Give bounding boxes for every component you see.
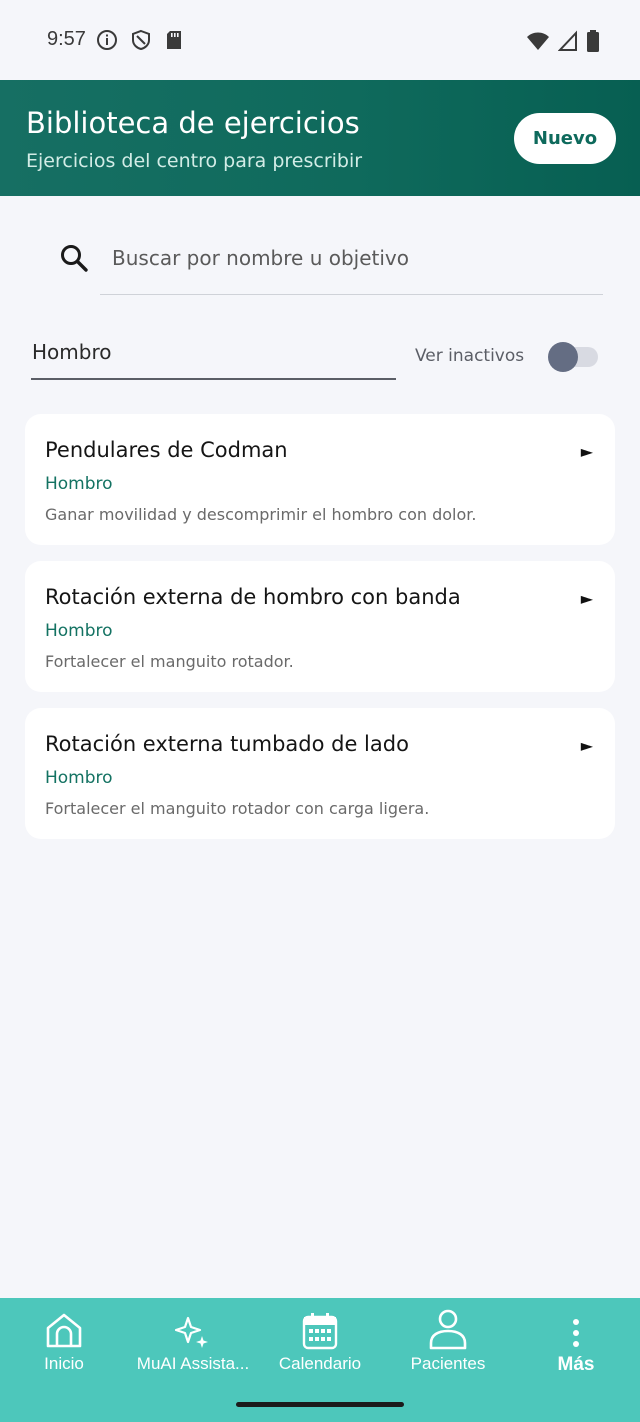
body-region-filter[interactable]: Hombro	[31, 328, 396, 380]
exercise-description: Fortalecer el manguito rotador.	[45, 652, 294, 671]
info-icon	[97, 30, 117, 50]
nav-label: Calendario	[278, 1354, 362, 1373]
signal-icon	[558, 30, 577, 51]
calendar-icon	[302, 1313, 338, 1350]
exercise-title: Rotación externa tumbado de lado	[45, 732, 409, 756]
battery-icon	[587, 30, 599, 52]
new-exercise-button[interactable]: Nuevo	[514, 113, 616, 164]
exercise-title: Rotación externa de hombro con banda	[45, 585, 461, 609]
nav-item-inicio[interactable]: Inicio	[24, 1298, 104, 1378]
nav-item-mas[interactable]: Más	[540, 1298, 612, 1378]
page-title: Biblioteca de ejercicios	[26, 106, 360, 140]
search-row	[58, 236, 603, 296]
nav-item-muai-assistant[interactable]: MuAI Assista...	[126, 1298, 260, 1378]
person-icon	[429, 1309, 467, 1350]
body-region-filter-value: Hombro	[32, 340, 112, 364]
nav-item-calendario[interactable]: Calendario	[272, 1298, 368, 1378]
exercise-title: Pendulares de Codman	[45, 438, 288, 462]
status-time: 9:57	[47, 28, 86, 50]
exercise-description: Ganar movilidad y descomprimir el hombro…	[45, 505, 477, 524]
play-arrow-icon[interactable]: ►	[581, 442, 593, 461]
home-icon	[46, 1313, 82, 1348]
exercise-card[interactable]: Rotación externa de hombro con banda Hom…	[25, 561, 615, 692]
toggle-thumb	[548, 342, 578, 372]
exercise-tag: Hombro	[45, 768, 113, 788]
nav-label: MuAI Assista...	[136, 1354, 250, 1373]
status-bar: 9:57	[0, 0, 640, 80]
show-inactive-toggle[interactable]	[548, 342, 598, 372]
nav-label: Más	[557, 1354, 595, 1375]
nav-label: Inicio	[44, 1354, 84, 1373]
exercise-card[interactable]: Rotación externa tumbado de lado Hombro …	[25, 708, 615, 839]
exercise-tag: Hombro	[45, 474, 113, 494]
sd-card-icon	[167, 31, 181, 49]
sparkle-icon	[175, 1316, 208, 1348]
shield-icon	[132, 29, 150, 51]
exercise-card[interactable]: Pendulares de Codman Hombro Ganar movili…	[25, 414, 615, 545]
home-indicator[interactable]	[236, 1402, 404, 1407]
exercise-description: Fortalecer el manguito rotador con carga…	[45, 799, 430, 818]
nav-label: Pacientes	[410, 1354, 486, 1373]
search-icon	[61, 245, 88, 272]
show-inactive-label: Ver inactivos	[415, 346, 525, 366]
exercise-tag: Hombro	[45, 621, 113, 641]
nav-item-pacientes[interactable]: Pacientes	[402, 1298, 494, 1378]
search-input[interactable]	[100, 236, 603, 295]
wifi-icon	[527, 32, 549, 50]
play-arrow-icon[interactable]: ►	[581, 589, 593, 608]
page-subtitle: Ejercicios del centro para prescribir	[26, 150, 363, 172]
more-vertical-icon	[573, 1319, 579, 1347]
play-arrow-icon[interactable]: ►	[581, 736, 593, 755]
